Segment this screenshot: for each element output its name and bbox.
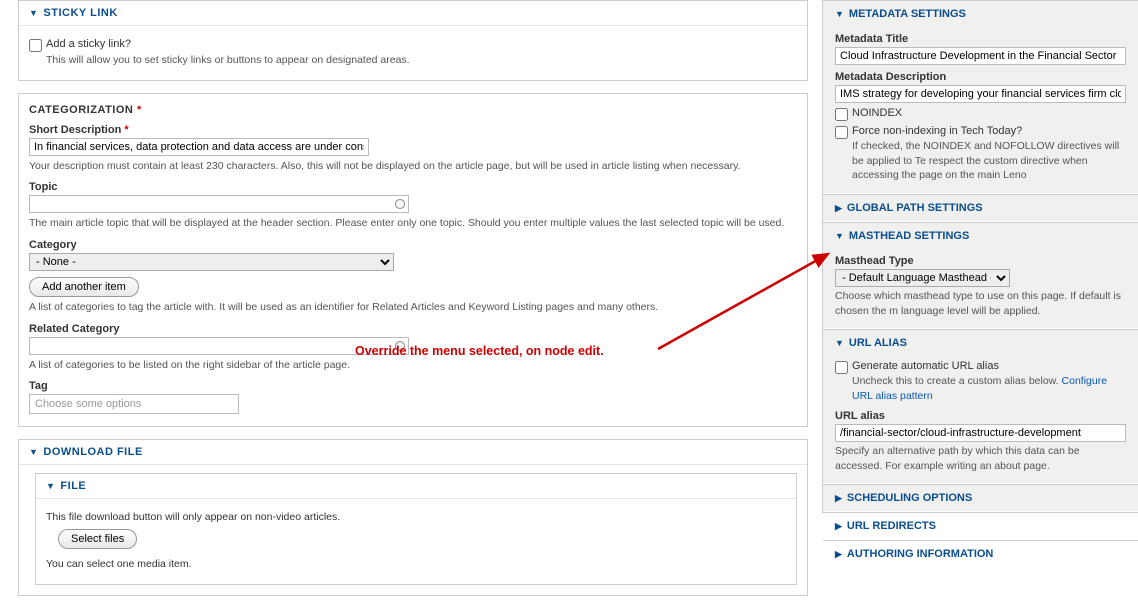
categorization-fieldset: CATEGORIZATION * Short Description * You… [18,93,808,428]
url-alias-header[interactable]: ▼ URL ALIAS [823,330,1138,356]
url-redirects-section: ▶ URL REDIRECTS [823,512,1138,540]
triangle-right-icon: ▶ [835,203,842,214]
url-alias-desc: Specify an alternative path by which thi… [835,444,1126,473]
topic-input[interactable] [29,195,409,213]
sticky-link-title: STICKY LINK [43,7,117,19]
url-alias-section: ▼ URL ALIAS Generate automatic URL alias… [823,329,1138,484]
sticky-link-desc: This will allow you to set sticky links … [46,53,410,68]
select-files-button[interactable]: Select files [58,529,137,549]
download-file-header[interactable]: ▼ DOWNLOAD FILE [19,440,807,465]
masthead-type-label: Masthead Type [835,255,1126,267]
url-alias-input[interactable] [835,424,1126,442]
generate-alias-desc: Uncheck this to create a custom alias be… [852,374,1126,403]
global-path-section: ▶ GLOBAL PATH SETTINGS [823,194,1138,222]
short-desc-label: Short Description * [29,124,797,136]
download-file-fieldset: ▼ DOWNLOAD FILE ▼ FILE This file downloa… [18,439,808,595]
metadata-desc-input[interactable] [835,85,1126,103]
sticky-link-checkbox[interactable] [29,39,42,52]
tag-input[interactable]: Choose some options [29,394,239,414]
masthead-section: ▼ MASTHEAD SETTINGS Masthead Type - Defa… [823,222,1138,329]
force-noindex-checkbox[interactable] [835,126,848,139]
generate-alias-label: Generate automatic URL alias [852,360,999,372]
metadata-section: ▼ METADATA SETTINGS Metadata Title Metad… [823,0,1138,194]
sticky-link-header[interactable]: ▼ STICKY LINK [19,1,807,26]
file-title: FILE [60,480,86,492]
metadata-desc-label: Metadata Description [835,71,1126,83]
triangle-down-icon: ▼ [29,8,38,18]
sticky-link-label: Add a sticky link? [46,38,131,50]
triangle-down-icon: ▼ [29,447,38,457]
add-another-button[interactable]: Add another item [29,277,139,297]
short-desc-input[interactable] [29,138,369,156]
category-label: Category [29,239,797,251]
related-category-help: A list of categories to be listed on the… [29,358,797,373]
triangle-down-icon: ▼ [46,481,55,491]
required-icon: * [137,104,142,116]
masthead-type-desc: Choose which masthead type to use on thi… [835,289,1126,318]
triangle-down-icon: ▼ [835,9,844,19]
select-desc: You can select one media item. [46,557,786,572]
category-select[interactable]: - None - [29,253,394,271]
triangle-right-icon: ▶ [835,493,842,504]
metadata-title-input[interactable] [835,47,1126,65]
topic-label: Topic [29,181,797,193]
triangle-down-icon: ▼ [835,231,844,241]
force-noindex-label: Force non-indexing in Tech Today? [852,125,1022,137]
categorization-title: CATEGORIZATION [29,104,133,116]
metadata-title-label: Metadata Title [835,33,1126,45]
metadata-header[interactable]: ▼ METADATA SETTINGS [823,1,1138,27]
triangle-right-icon: ▶ [835,549,842,560]
related-category-label: Related Category [29,323,797,335]
url-redirects-header[interactable]: ▶ URL REDIRECTS [823,513,1138,539]
file-header[interactable]: ▼ FILE [36,474,796,499]
global-path-header[interactable]: ▶ GLOBAL PATH SETTINGS [823,195,1138,221]
annotation-text: Override the menu selected, on node edit… [355,344,604,358]
masthead-header[interactable]: ▼ MASTHEAD SETTINGS [823,223,1138,249]
category-help: A list of categories to tag the article … [29,300,797,315]
tag-label: Tag [29,380,797,392]
force-noindex-desc: If checked, the NOINDEX and NOFOLLOW dir… [852,139,1126,183]
generate-alias-checkbox[interactable] [835,361,848,374]
scheduling-header[interactable]: ▶ SCHEDULING OPTIONS [823,485,1138,511]
noindex-label: NOINDEX [852,107,902,119]
topic-help: The main article topic that will be disp… [29,216,797,231]
authoring-section: ▶ AUTHORING INFORMATION [823,540,1138,568]
url-alias-label: URL alias [835,410,1126,422]
masthead-type-select[interactable]: - Default Language Masthead - [835,269,1010,287]
short-desc-help: Your description must contain at least 2… [29,159,797,174]
sticky-link-fieldset: ▼ STICKY LINK Add a sticky link? This wi… [18,0,808,81]
triangle-down-icon: ▼ [835,338,844,348]
settings-sidebar: ▼ METADATA SETTINGS Metadata Title Metad… [822,0,1138,513]
related-category-input[interactable] [29,337,409,355]
triangle-right-icon: ▶ [835,521,842,532]
scheduling-section: ▶ SCHEDULING OPTIONS [823,484,1138,512]
noindex-checkbox[interactable] [835,108,848,121]
download-file-title: DOWNLOAD FILE [43,446,142,458]
authoring-header[interactable]: ▶ AUTHORING INFORMATION [823,541,1138,567]
